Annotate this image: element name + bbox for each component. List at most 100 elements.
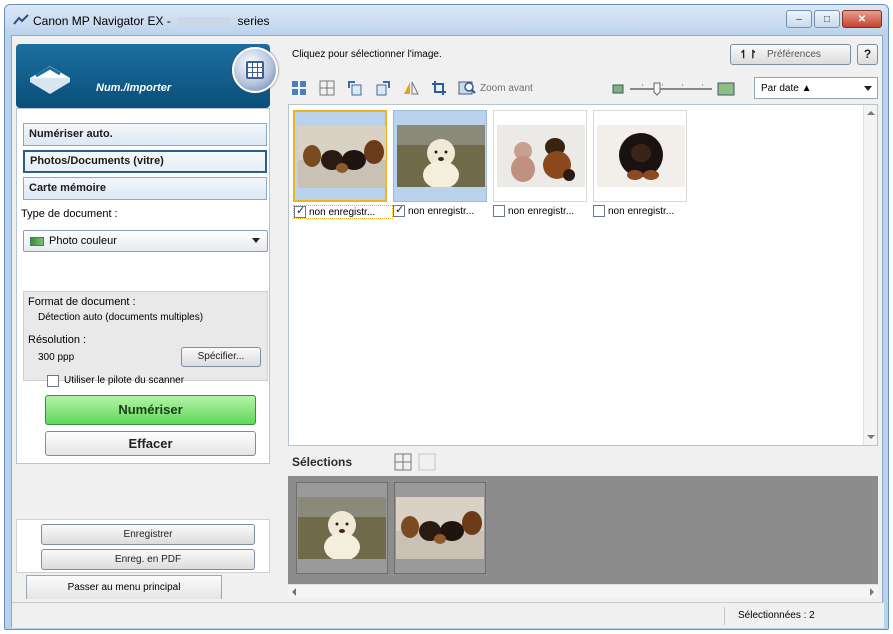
selections-single-icon[interactable]	[418, 453, 436, 471]
thumbnail-frame	[293, 110, 387, 202]
preferences-label: Préférences	[767, 49, 821, 60]
select-all-icon[interactable]	[290, 79, 308, 97]
zoom-in-label[interactable]: Zoom avant	[480, 83, 533, 94]
rotate-left-icon[interactable]	[346, 79, 364, 97]
vertical-scrollbar[interactable]	[863, 105, 877, 445]
thumbnail-checkbox[interactable]	[393, 205, 405, 217]
scanner-driver-label: Utiliser le pilote du scanner	[64, 375, 185, 386]
close-button[interactable]: ✕	[842, 10, 882, 28]
thumbnail-caption: non enregistr...	[393, 205, 493, 217]
crop-icon[interactable]	[430, 79, 448, 97]
help-button[interactable]: ?	[857, 44, 878, 65]
scroll-up-icon[interactable]	[867, 111, 875, 115]
selections-grid-icon[interactable]	[394, 453, 412, 471]
maximize-button[interactable]: □	[814, 10, 840, 28]
deselect-all-icon[interactable]	[318, 79, 336, 97]
thumbnail-caption: non enregistr...	[493, 205, 593, 217]
selections-bar: Sélections	[288, 450, 878, 474]
clear-button[interactable]: Effacer	[45, 431, 256, 456]
save-pdf-button[interactable]: Enreg. en PDF	[41, 549, 255, 570]
dog-with-teddy-photo	[497, 125, 585, 187]
grid-menu-icon	[246, 61, 264, 79]
title-bar[interactable]: Canon MP Navigator EX - series – □ ✕	[5, 5, 888, 35]
sort-order-value: Par date ▲	[761, 82, 812, 94]
color-photo-icon	[30, 236, 44, 246]
thumbnail-checkbox[interactable]	[593, 205, 605, 217]
thumbnail-frame	[493, 110, 587, 202]
app-window: Canon MP Navigator EX - series – □ ✕ Num…	[4, 4, 889, 630]
selected-thumbnail[interactable]	[296, 482, 388, 574]
thumbnail-caption: non enregistr...	[293, 205, 393, 219]
right-panel: Cliquez pour sélectionner l'image. ↿↾ Pr…	[280, 36, 884, 602]
format-value: Détection auto (documents multiples)	[38, 312, 204, 323]
thumbnail-checkbox[interactable]	[493, 205, 505, 217]
image-toolbar: Zoom avant	[290, 76, 533, 100]
resolution-value: 300 ppp	[38, 352, 75, 363]
sort-arrows-icon: ↿↾	[739, 49, 758, 61]
preferences-button[interactable]: ↿↾ Préférences	[730, 44, 851, 65]
labrador-photo	[298, 497, 386, 559]
spaniel-photo	[597, 125, 685, 187]
left-panel: Num./Importer Numériser auto. Photos/Doc…	[12, 36, 278, 602]
window-controls: – □ ✕	[786, 10, 882, 28]
thumbnail-frame	[393, 110, 487, 202]
save-panel: Enregistrer Enreg. en PDF	[16, 519, 270, 573]
scroll-down-icon[interactable]	[867, 435, 875, 439]
thumbnail-item[interactable]: non enregistr...	[493, 110, 587, 220]
chevron-down-icon	[252, 238, 260, 243]
nav-memory-card[interactable]: Carte mémoire	[23, 177, 267, 200]
format-label: Format de document :	[28, 296, 136, 308]
nav-auto-scan[interactable]: Numériser auto.	[23, 123, 267, 146]
scroll-right-icon[interactable]	[870, 588, 874, 596]
menu-globe-button[interactable]	[232, 47, 278, 93]
selections-title: Sélections	[292, 455, 353, 469]
scan-import-header: Num./Importer	[16, 44, 278, 108]
dogs-group-photo	[396, 497, 484, 559]
nav-photos-documents[interactable]: Photos/Documents (vitre)	[23, 150, 267, 173]
status-bar: Sélectionnées : 2	[12, 602, 884, 628]
thumbnail-label: non enregistr...	[408, 205, 475, 217]
rotate-right-icon[interactable]	[374, 79, 392, 97]
selections-strip[interactable]	[288, 476, 878, 584]
title-suffix: series	[237, 14, 270, 28]
horizontal-scrollbar[interactable]	[288, 584, 878, 598]
doc-info-box: Format de document : Détection auto (doc…	[23, 291, 268, 381]
canon-app-icon	[13, 14, 29, 25]
title-prefix: Canon MP Navigator EX -	[33, 14, 171, 28]
client-area: Num./Importer Numériser auto. Photos/Doc…	[11, 35, 884, 628]
chevron-down-icon	[864, 86, 872, 91]
doc-type-label: Type de document :	[21, 208, 118, 220]
thumbnail-label: non enregistr...	[608, 205, 675, 217]
resolution-label: Résolution :	[28, 334, 87, 346]
thumbnail-checkbox[interactable]	[294, 206, 306, 218]
doc-type-select[interactable]: Photo couleur	[23, 230, 268, 252]
specify-button[interactable]: Spécifier...	[181, 347, 261, 367]
selected-count: Sélectionnées : 2	[738, 610, 815, 621]
sort-order-select[interactable]: Par date ▲	[754, 77, 878, 99]
doc-type-value: Photo couleur	[49, 235, 117, 247]
thumbnail-grid[interactable]: non enregistr...	[288, 104, 878, 446]
labrador-photo	[397, 125, 485, 187]
thumbnail-item[interactable]: non enregistr...	[293, 110, 393, 220]
hint-text: Cliquez pour sélectionner l'image.	[292, 49, 442, 60]
thumbnail-item[interactable]: non enregistr...	[593, 110, 687, 220]
scroll-left-icon[interactable]	[292, 588, 296, 596]
main-menu-button[interactable]: Passer au menu principal	[26, 575, 222, 599]
selected-thumbnail[interactable]	[394, 482, 486, 574]
thumbnail-label: non enregistr...	[309, 206, 376, 218]
thumbnail-size-slider[interactable]	[612, 82, 742, 96]
scan-import-label: Num./Importer	[96, 82, 172, 94]
minimize-button[interactable]: –	[786, 10, 812, 28]
zoom-in-icon[interactable]	[458, 79, 476, 97]
window-title: Canon MP Navigator EX - series	[33, 14, 270, 28]
thumbnail-caption: non enregistr...	[593, 205, 693, 217]
thumbnail-item[interactable]: non enregistr...	[393, 110, 487, 220]
scan-settings-panel: Numériser auto. Photos/Documents (vitre)…	[16, 108, 270, 464]
dogs-group-photo	[298, 126, 386, 188]
redacted-model	[178, 16, 231, 27]
mirror-icon[interactable]	[402, 79, 420, 97]
scanner-driver-checkbox[interactable]	[47, 375, 59, 387]
scan-button[interactable]: Numériser	[45, 395, 256, 425]
save-button[interactable]: Enregistrer	[41, 524, 255, 545]
thumbnail-label: non enregistr...	[508, 205, 575, 217]
